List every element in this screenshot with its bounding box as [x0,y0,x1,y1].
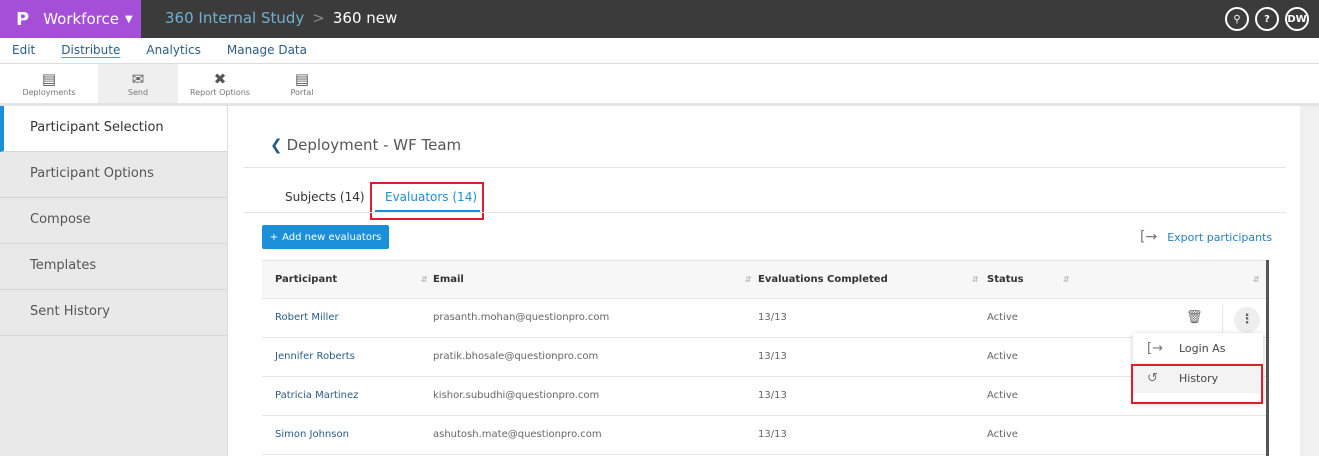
header-email[interactable]: Email [433,261,464,299]
menu-distribute[interactable]: Distribute [61,38,120,63]
send-button[interactable]: ✉ Send [98,64,178,103]
divider [243,167,1286,168]
tools-icon: ✖ [213,70,227,88]
sort-icon[interactable]: ⇵ [972,261,979,299]
evaluations-completed: 13/13 [758,351,787,362]
table-row: Simon Johnson ashutosh.mate@questionpro.c… [262,416,1267,455]
table-row: Patricia Martinez kishor.subudhi@question… [262,377,1267,416]
add-evaluators-button[interactable]: + Add new evaluators [262,225,389,249]
tool-label: Send [127,88,149,97]
sidebar-item-participant-options[interactable]: Participant Options [0,152,227,198]
main-menu: Edit Distribute Analytics Manage Data [0,38,1319,64]
deployments-button[interactable]: ▤ Deployments [0,64,98,103]
sort-icon[interactable]: ⇵ [745,261,752,299]
tool-label: Portal [290,88,314,97]
avatar[interactable]: DW [1285,7,1309,31]
toolbar: ▤ Deployments ✉ Send ✖ Report Options ▤ Port… [0,64,1319,106]
scrollbar[interactable] [1266,260,1269,456]
breadcrumb-current: 360 new [332,9,398,27]
workforce-dropdown[interactable]: P Workforce ▼ [0,0,141,38]
export-icon: [→ [1140,229,1158,245]
status: Active [987,312,1018,323]
table-header: Participant ⇵ Email ⇵ Evaluations Comple… [262,260,1267,299]
export-label: Export participants [1167,230,1273,244]
divider [1222,305,1223,333]
status: Active [987,429,1018,440]
sidebar-item-compose[interactable]: Compose [0,198,227,244]
title-text: Deployment - WF Team [286,136,462,154]
mail-send-icon: ✉ [131,70,145,88]
trash-icon[interactable]: 🗑 [1186,310,1203,325]
report-options-button[interactable]: ✖ Report Options [178,64,262,103]
participant-name[interactable]: Simon Johnson [275,416,349,454]
breadcrumb-parent[interactable]: 360 Internal Study [165,9,304,27]
logo: P [16,8,30,30]
menu-manage-data[interactable]: Manage Data [227,38,307,63]
email: kishor.subudhi@questionpro.com [433,390,600,401]
email: pratik.bhosale@questionpro.com [433,351,599,362]
menu-edit[interactable]: Edit [12,38,35,63]
tool-label: Report Options [190,88,250,97]
menu-item-login-as[interactable]: [→ Login As [1133,333,1263,363]
table-row: Robert Miller prasanth.mohan@questionpro.… [262,299,1267,338]
header-participant[interactable]: Participant [275,261,337,299]
breadcrumb: 360 Internal Study >360 new [165,9,398,27]
evaluations-completed: 13/13 [758,312,787,323]
menu-item-label: Login As [1179,341,1226,355]
top-bar: P Workforce ▼ 360 Internal Study >360 new ⚲… [0,0,1319,38]
status: Active [987,351,1018,362]
back-chevron-icon[interactable]: ❮ [270,136,283,154]
page-title: ❮ Deployment - WF Team [270,136,461,154]
menu-analytics[interactable]: Analytics [146,38,201,63]
sidebar-item-participant-selection[interactable]: Participant Selection [0,106,227,152]
tool-label: Deployments [22,88,76,97]
search-icon[interactable]: ⚲ [1225,7,1249,31]
evaluations-completed: 13/13 [758,429,787,440]
login-icon: [→ [1147,340,1163,356]
sidebar-item-sent-history[interactable]: Sent History [0,290,227,336]
page-margin [1300,106,1319,456]
caret-down-icon: ▼ [124,13,133,25]
highlight-box [370,182,484,220]
brand-label: Workforce [43,10,119,28]
tab-subjects[interactable]: Subjects (14) [285,190,365,204]
highlight-box [1131,364,1263,404]
sort-icon[interactable]: ⇵ [1253,261,1260,299]
button-label: Add new evaluators [282,231,382,243]
sort-icon[interactable]: ⇵ [1063,261,1070,299]
evaluators-table: Participant ⇵ Email ⇵ Evaluations Comple… [262,260,1267,455]
more-options-icon[interactable]: ⋮ [1234,307,1260,333]
email: ashutosh.mate@questionpro.com [433,429,602,440]
email: prasanth.mohan@questionpro.com [433,312,610,323]
sidebar: Participant Selection Participant Option… [0,106,228,456]
header-evaluations[interactable]: Evaluations Completed [758,261,888,299]
participant-name[interactable]: Jennifer Roberts [275,338,355,376]
header-status[interactable]: Status [987,261,1024,299]
export-participants-link[interactable]: [→ Export participants [1140,229,1272,245]
divider [243,212,1286,213]
help-icon[interactable]: ? [1255,7,1279,31]
evaluations-completed: 13/13 [758,390,787,401]
list-icon: ▤ [41,70,57,88]
sort-icon[interactable]: ⇵ [421,261,428,299]
participant-name[interactable]: Robert Miller [275,299,339,337]
message-icon: ▤ [294,70,310,88]
status: Active [987,390,1018,401]
table-row: Jennifer Roberts pratik.bhosale@questionp… [262,338,1267,377]
participant-name[interactable]: Patricia Martinez [275,377,358,415]
plus-icon: + [269,231,279,243]
portal-button[interactable]: ▤ Portal [262,64,342,103]
sidebar-item-templates[interactable]: Templates [0,244,227,290]
